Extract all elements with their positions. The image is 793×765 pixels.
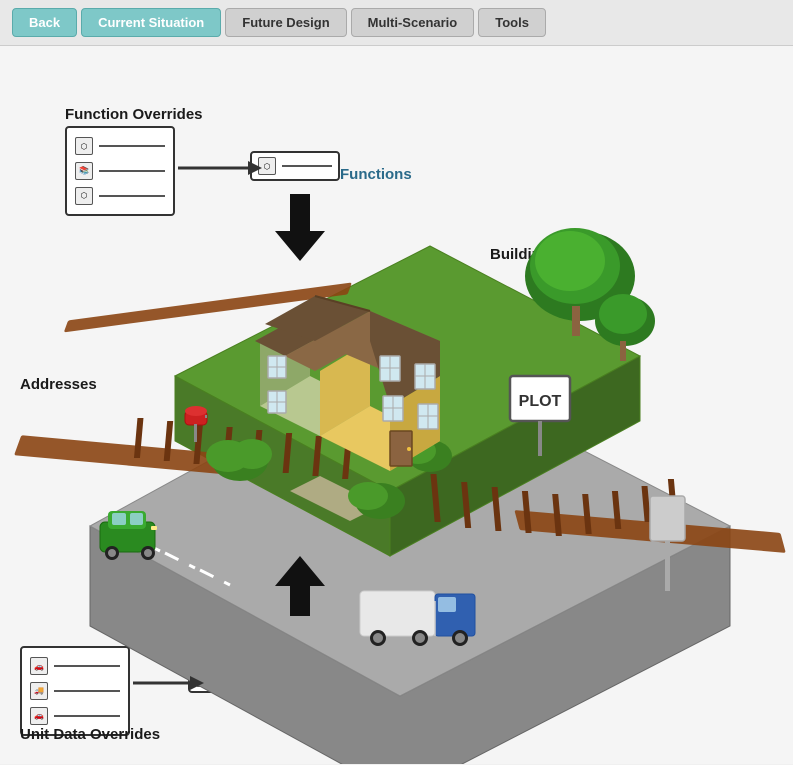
tab-tools[interactable]: Tools: [478, 8, 546, 37]
tab-current-situation[interactable]: Current Situation: [81, 8, 221, 37]
main-content: Function Overrides ⬡ 📚 ⬡ ⬡ Functions 🚗 🚚: [0, 46, 793, 764]
back-button[interactable]: Back: [12, 8, 77, 37]
tab-future-design[interactable]: Future Design: [225, 8, 346, 37]
svg-text:PLOT: PLOT: [519, 393, 562, 410]
tab-multi-scenario[interactable]: Multi-Scenario: [351, 8, 475, 37]
nav-bar: Back Current Situation Future Design Mul…: [0, 0, 793, 46]
isometric-scene: PLOT: [0, 46, 793, 764]
